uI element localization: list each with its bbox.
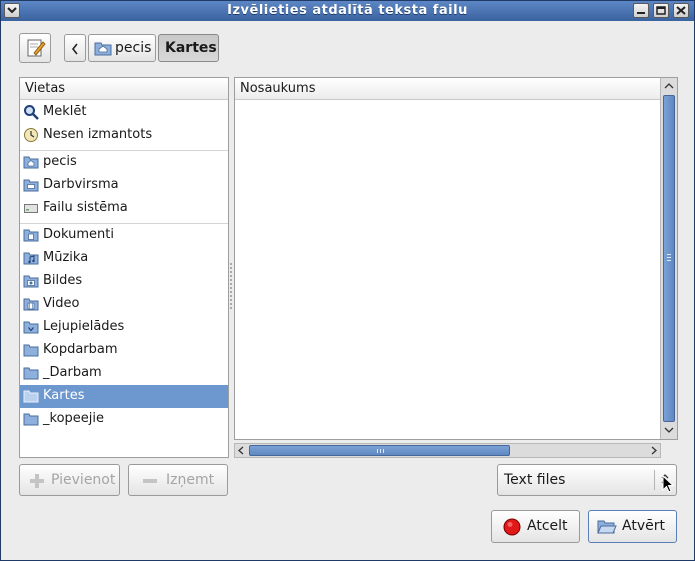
minimize-icon [637,12,645,14]
vertical-scrollbar[interactable] [660,78,677,439]
place-item-music[interactable]: Mūzika [20,247,228,270]
folder-icon [23,365,39,381]
home-folder-icon [23,154,39,170]
place-item-search[interactable]: Meklēt [20,101,228,124]
horizontal-scroll-thumb[interactable] [249,445,510,456]
folder-icon [23,388,39,404]
file-chooser-dialog: Izvēlieties atdalītā teksta failu pecis … [0,0,695,561]
file-type-filter[interactable]: Text files [497,464,677,496]
folder-icon [23,342,39,358]
path-back-button[interactable] [64,34,86,62]
place-item-desktop[interactable]: Darbvirsma [20,174,228,197]
maximize-button[interactable] [653,3,669,18]
scroll-left-arrow[interactable] [236,445,247,456]
mouse-cursor-icon [662,475,675,493]
maximize-icon [656,6,666,15]
place-item-downloads[interactable]: Lejupielādes [20,316,228,339]
horizontal-scrollbar[interactable] [234,443,661,458]
cancel-button[interactable]: Atcelt [491,510,580,543]
type-location-button[interactable] [19,33,51,63]
pane-resize-handle[interactable] [230,263,233,311]
minus-icon [143,479,157,483]
place-item-kopeejie[interactable]: _kopeejie [20,408,228,431]
open-button[interactable]: Atvērt [588,510,677,543]
scroll-up-arrow[interactable] [663,80,675,92]
add-bookmark-button[interactable]: Pievienot [19,464,120,496]
open-folder-icon [597,520,617,534]
place-item-recent[interactable]: Nesen izmantots [20,124,228,147]
place-item-pictures[interactable]: Bildes [20,270,228,293]
file-type-filter-value: Text files [504,472,566,488]
place-item-kopdarbam[interactable]: Kopdarbam [20,339,228,362]
drive-icon [23,200,39,216]
place-item-darbam[interactable]: _Darbam [20,362,228,385]
close-button[interactable] [673,3,689,18]
path-button-pecis[interactable]: pecis [88,34,156,62]
place-item-documents[interactable]: Dokumenti [20,224,228,247]
place-item-home[interactable]: pecis [20,151,228,174]
name-column-header[interactable]: Nosaukums [235,78,660,100]
chevron-left-icon [71,43,78,55]
place-item-video[interactable]: Video [20,293,228,316]
titlebar[interactable]: Izvēlieties atdalītā teksta failu [1,1,694,21]
path-button-kartes[interactable]: Kartes [158,34,219,62]
close-icon [676,6,686,15]
pencil-paper-icon [27,39,46,57]
places-header[interactable]: Vietas [20,78,228,100]
places-sidebar: Vietas Meklēt Nesen izmantots pecis Darb… [19,77,229,458]
place-item-filesystem[interactable]: Failu sistēma [20,197,228,220]
home-folder-icon [94,40,112,56]
file-list[interactable]: Nosaukums [234,77,678,440]
downloads-folder-icon [23,319,39,335]
remove-bookmark-button[interactable]: Izņemt [128,464,228,496]
scroll-down-arrow[interactable] [663,424,675,436]
documents-folder-icon [23,227,39,243]
minimize-button[interactable] [633,3,649,18]
clock-icon [23,127,39,143]
scroll-right-arrow[interactable] [648,445,659,456]
path-label-pecis: pecis [115,40,152,56]
folder-icon [23,411,39,427]
video-folder-icon [23,296,39,312]
stop-icon [503,518,521,536]
place-item-kartes[interactable]: Kartes [20,385,228,408]
vertical-scroll-thumb[interactable] [663,95,675,422]
path-label-kartes: Kartes [165,40,217,56]
search-icon [23,104,39,120]
pictures-folder-icon [23,273,39,289]
window-title: Izvēlieties atdalītā teksta failu [227,3,468,18]
desktop-folder-icon [23,177,39,193]
plus-icon [30,474,44,488]
music-folder-icon [23,250,39,266]
